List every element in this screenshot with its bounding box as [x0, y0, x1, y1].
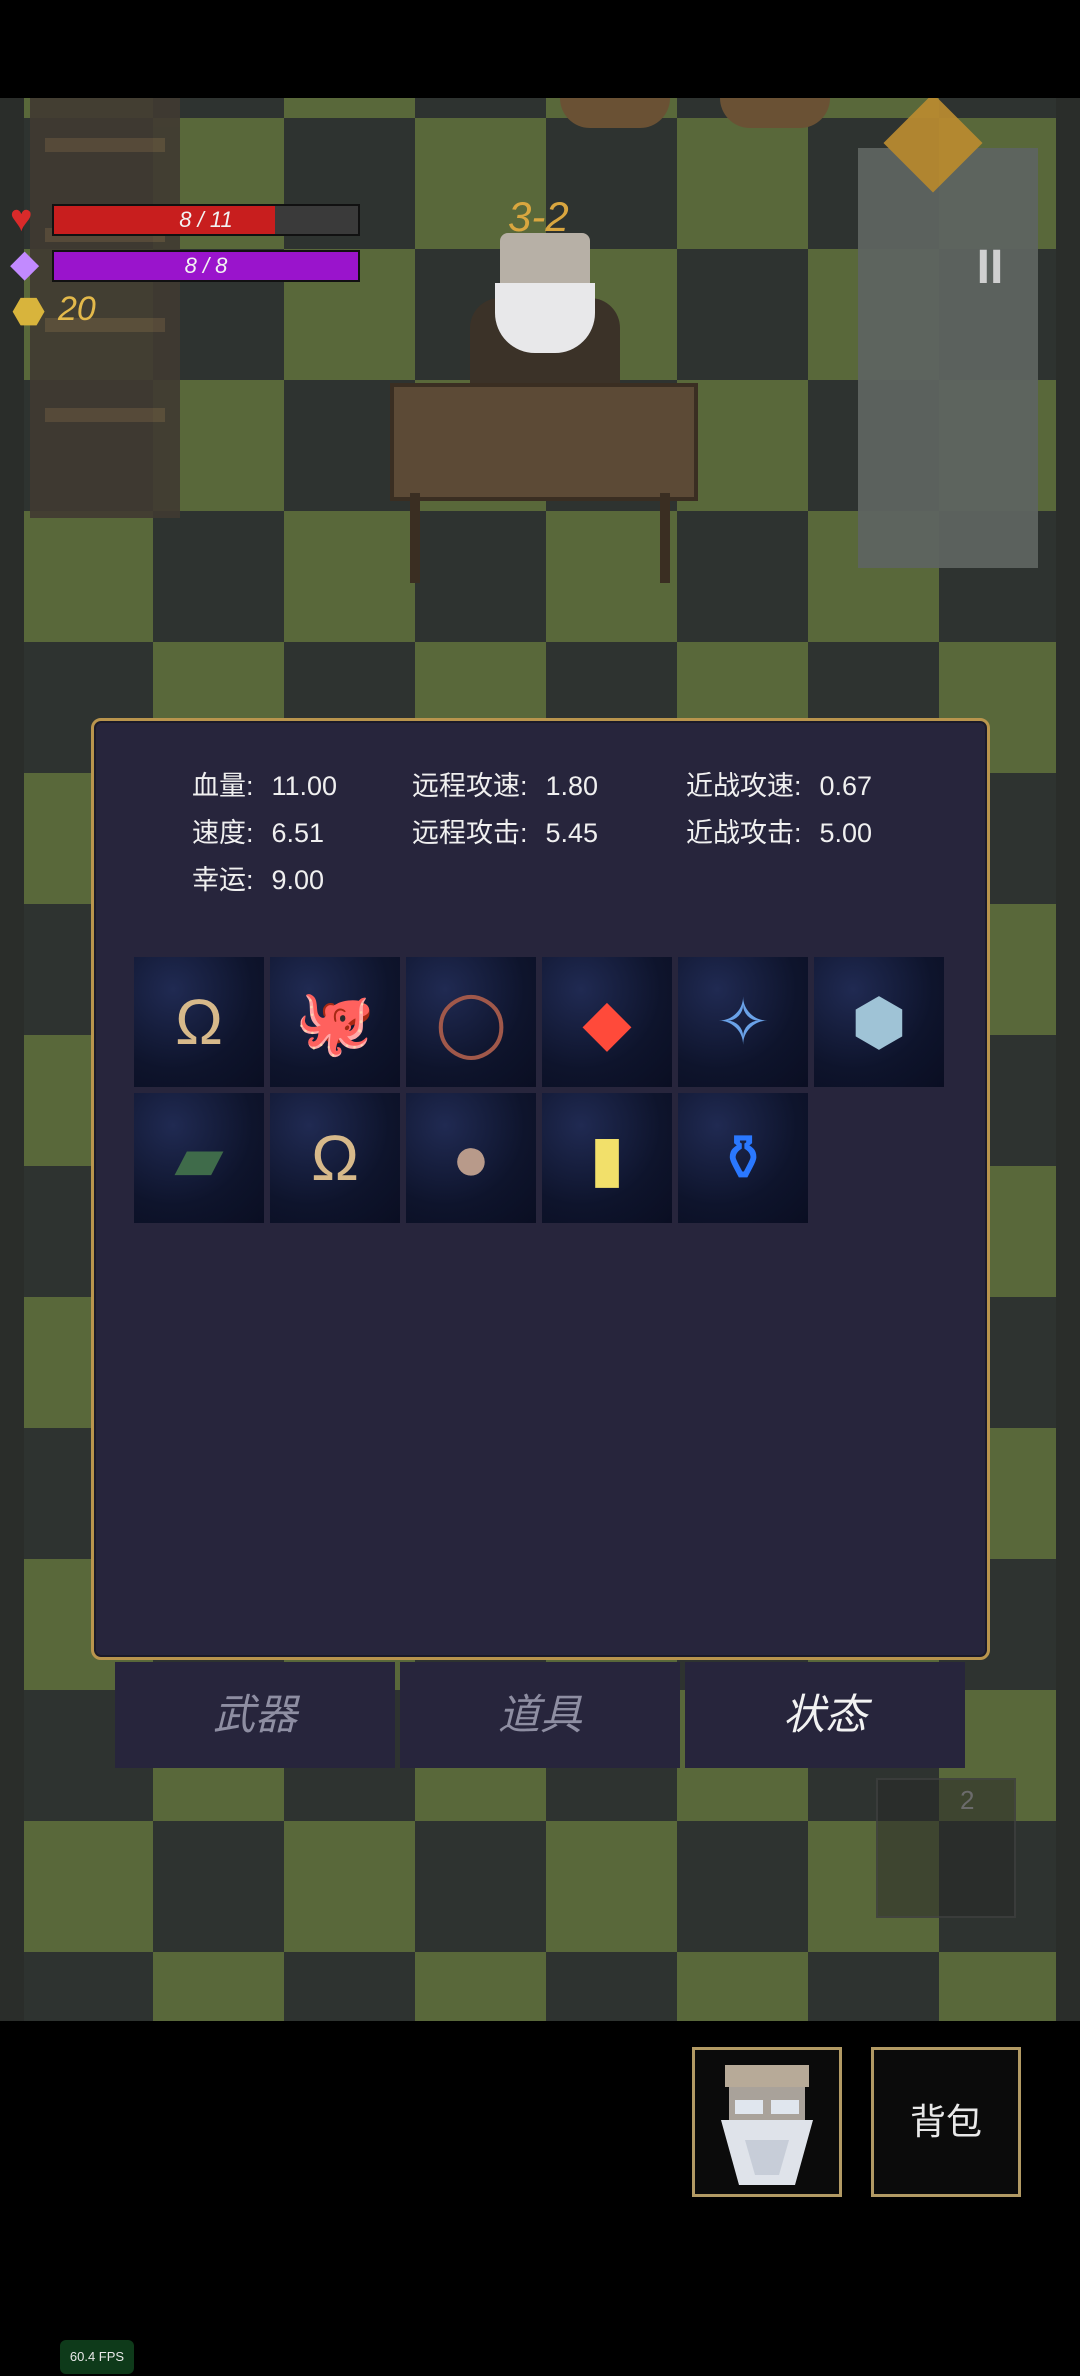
stat-value: 9.00	[271, 865, 325, 895]
octopus-icon: 🐙	[295, 986, 375, 1058]
thorn-crown-icon: ◯	[435, 986, 507, 1058]
tab-items[interactable]: 道具	[400, 1662, 680, 1768]
stat-melee-speed: 近战攻速: 0.67	[686, 764, 872, 803]
character-portrait-button[interactable]	[692, 2047, 842, 2197]
npc-beard	[495, 283, 595, 353]
item-slot[interactable]: Ω	[134, 957, 264, 1087]
table-leg	[660, 493, 670, 583]
item-slot[interactable]: ◯	[406, 957, 536, 1087]
item-slot[interactable]: ▮	[542, 1093, 672, 1223]
health-text: 8 / 11	[179, 207, 233, 232]
book-icon: ▰	[174, 1122, 224, 1194]
left-wall	[0, 98, 24, 2021]
bookshelf	[30, 98, 180, 518]
faded-weapon-slot	[876, 1778, 1016, 1918]
stat-speed: 速度: 6.51	[192, 811, 324, 850]
gold-count: 20	[58, 290, 96, 328]
dragonfly-icon: ✧	[716, 986, 770, 1058]
faded-weapon-count: 2	[960, 1785, 975, 1815]
stat-label: 速度:	[192, 818, 254, 848]
stat-value: 6.51	[271, 818, 325, 848]
stat-ranged-attack: 远程攻击: 5.45	[412, 811, 598, 850]
mana-diamond-icon: ◆	[10, 243, 40, 285]
shop-table	[390, 383, 698, 501]
statue	[858, 148, 1038, 568]
health-bar-fill	[54, 206, 275, 234]
stone-icon: ⬢	[851, 986, 907, 1058]
stat-label: 远程攻速:	[412, 771, 528, 801]
barrel	[560, 98, 670, 128]
heart-icon: ♥	[10, 198, 33, 240]
mana-bar: 8 / 8	[52, 250, 360, 282]
status-panel: 血量: 11.00 远程攻速: 1.80 近战攻速: 0.67 速度: 6.51 远程攻…	[91, 718, 990, 1660]
backpack-button[interactable]: 背包	[871, 2047, 1021, 2197]
stat-label: 幸运:	[192, 865, 254, 895]
item-slot[interactable]: ▰	[134, 1093, 264, 1223]
barrel	[720, 98, 830, 128]
stat-label: 血量:	[192, 771, 254, 801]
item-slot[interactable]: ⬢	[814, 957, 944, 1087]
item-slot[interactable]: ⚱	[678, 1093, 808, 1223]
coin-icon: ⬣	[12, 291, 46, 333]
item-slot[interactable]: ✧	[678, 957, 808, 1087]
horseshoe-icon: Ω	[175, 986, 223, 1058]
health-bar: 8 / 11	[52, 204, 360, 236]
stat-value: 11.00	[271, 771, 338, 801]
stat-value: 5.00	[819, 818, 873, 848]
table-leg	[410, 493, 420, 583]
pouch-icon: ●	[451, 1122, 491, 1194]
stat-ranged-speed: 远程攻速: 1.80	[412, 764, 598, 803]
item-slot[interactable]: 🐙	[270, 957, 400, 1087]
item-slot[interactable]: ●	[406, 1093, 536, 1223]
horseshoe-icon: Ω	[311, 1122, 359, 1194]
stat-label: 远程攻击:	[412, 818, 528, 848]
mana-text: 8 / 8	[184, 253, 228, 278]
stat-value: 0.67	[819, 771, 873, 801]
stat-value: 1.80	[545, 771, 599, 801]
blue-potion-icon: ⚱	[716, 1122, 770, 1194]
stat-label: 近战攻速:	[686, 771, 802, 801]
tab-weapons[interactable]: 武器	[115, 1662, 395, 1768]
item-slot[interactable]: Ω	[270, 1093, 400, 1223]
stat-luck: 幸运: 9.00	[192, 858, 324, 897]
level-indicator: 3-2	[508, 193, 569, 240]
stat-label: 近战攻击:	[686, 818, 802, 848]
pause-button[interactable]: II	[950, 228, 1030, 308]
item-slot[interactable]: ◆	[542, 957, 672, 1087]
red-crystal-icon: ◆	[582, 986, 632, 1058]
stat-value: 5.45	[545, 818, 599, 848]
yellow-card-icon: ▮	[589, 1122, 625, 1194]
right-wall	[1056, 98, 1080, 2021]
wizard-portrait-icon	[721, 2065, 813, 2185]
stat-melee-attack: 近战攻击: 5.00	[686, 811, 872, 850]
fps-counter: 60.4 FPS	[60, 2340, 134, 2374]
tab-status[interactable]: 状态	[685, 1662, 965, 1768]
stat-hp: 血量: 11.00	[192, 764, 337, 803]
